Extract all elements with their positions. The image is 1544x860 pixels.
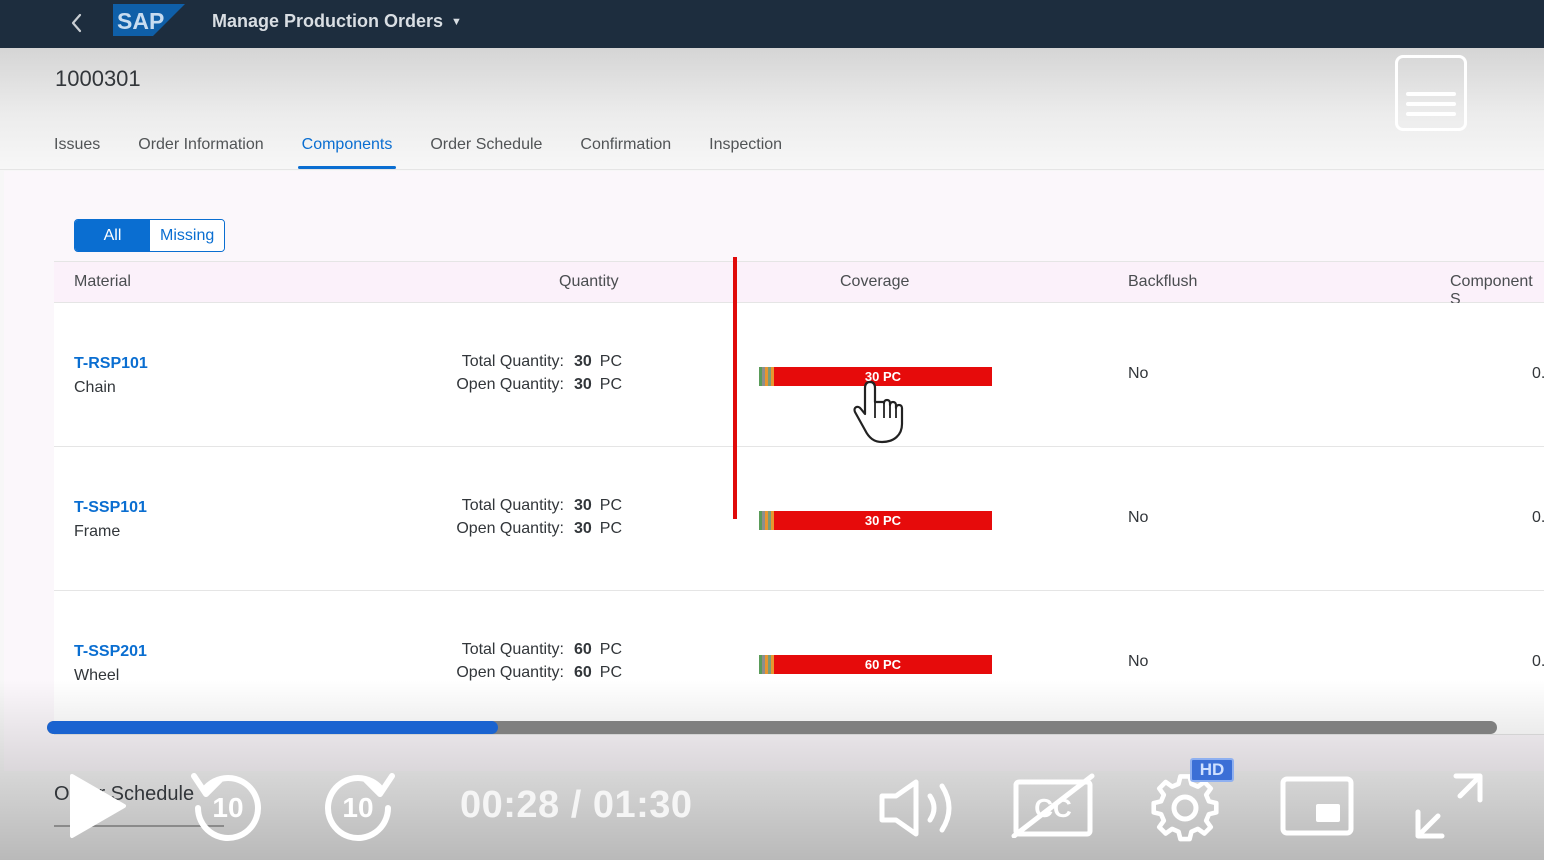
coverage-bar[interactable]: 30 PC (759, 511, 992, 530)
component-value: 0. (1532, 365, 1544, 382)
hand-cursor-icon (853, 380, 904, 444)
total-quantity-label: Total Quantity: (461, 497, 564, 514)
svg-text:SAP: SAP (117, 8, 164, 34)
video-progress-bar[interactable] (47, 721, 1497, 734)
play-icon[interactable] (64, 770, 130, 842)
backflush-value: No (1128, 365, 1149, 382)
captions-off-icon[interactable]: CC (1010, 772, 1096, 838)
open-quantity: Open Quantity: 30 PC (456, 520, 622, 538)
open-quantity-value: 60 (573, 664, 592, 681)
back-arrow-icon[interactable] (62, 8, 92, 38)
hd-badge: HD (1190, 758, 1234, 782)
total-quantity: Total Quantity: 60 PC (462, 641, 622, 659)
forward-label: 10 (342, 792, 373, 823)
filter-all-button[interactable]: All (75, 220, 150, 251)
open-quantity-label: Open Quantity: (456, 520, 564, 537)
annotation-line (733, 257, 737, 519)
coverage-label: 60 PC (774, 655, 992, 674)
material-link[interactable]: T-RSP101 (74, 355, 148, 373)
total-quantity-value: 30 (573, 497, 592, 514)
tab-bar: Issues Order Information Components Orde… (54, 136, 820, 169)
open-quantity-unit: PC (599, 664, 622, 681)
tab-components[interactable]: Components (297, 136, 397, 169)
tab-order-information[interactable]: Order Information (138, 136, 263, 168)
material-link[interactable]: T-SSP101 (74, 499, 147, 517)
open-quantity-unit: PC (599, 376, 622, 393)
rewind-label: 10 (212, 792, 243, 823)
volume-icon[interactable] (876, 776, 964, 840)
table-header: Material Quantity Coverage Backflush Com… (54, 261, 1544, 308)
material-link[interactable]: T-SSP201 (74, 643, 147, 661)
column-backflush[interactable]: Backflush (1128, 273, 1197, 291)
total-quantity: Total Quantity: 30 PC (462, 497, 622, 515)
filter-missing-button[interactable]: Missing (150, 220, 225, 251)
total-quantity: Total Quantity: 30 PC (462, 353, 622, 371)
open-quantity: Open Quantity: 30 PC (456, 376, 622, 394)
rewind-10-icon[interactable]: 10 (190, 768, 266, 844)
object-header: 1000301 Issues Order Information Compone… (0, 48, 1544, 170)
caret-down-icon: ▼ (451, 15, 462, 28)
material-description: Frame (74, 523, 121, 540)
component-value: 0. (1532, 653, 1544, 670)
total-quantity-unit: PC (599, 353, 622, 370)
video-progress-fill (47, 721, 498, 734)
app-title-menu[interactable]: Manage Production Orders ▼ (212, 11, 462, 32)
forward-10-icon[interactable]: 10 (320, 768, 396, 844)
table-row[interactable]: T-SSP101 Frame Total Quantity: 30 PC Open … (54, 447, 1544, 591)
filter-segmented-button: All Missing (74, 219, 226, 252)
open-quantity-label: Open Quantity: (456, 664, 564, 681)
fullscreen-icon[interactable] (1412, 770, 1486, 842)
shell-bar: SAP Manage Production Orders ▼ (0, 0, 1544, 48)
total-quantity-value: 30 (573, 353, 592, 370)
column-quantity[interactable]: Quantity (559, 273, 619, 291)
tab-inspection[interactable]: Inspection (709, 136, 782, 168)
open-quantity-value: 30 (573, 376, 592, 393)
layout-toggle-icon[interactable] (1395, 55, 1467, 131)
video-timestamp: 00:28 / 01:30 (460, 784, 693, 826)
components-table: Material Quantity Coverage Backflush Com… (54, 261, 1544, 735)
tab-order-schedule[interactable]: Order Schedule (430, 136, 542, 168)
table-row[interactable]: T-RSP101 Chain Total Quantity: 30 PC Open … (54, 303, 1544, 447)
open-quantity-unit: PC (599, 520, 622, 537)
open-quantity-label: Open Quantity: (456, 376, 564, 393)
material-description: Chain (74, 379, 116, 396)
total-quantity-unit: PC (599, 497, 622, 514)
open-quantity-value: 30 (573, 520, 592, 537)
column-coverage[interactable]: Coverage (840, 273, 909, 291)
miniplayer-icon[interactable] (1280, 776, 1354, 836)
column-material[interactable]: Material (74, 273, 131, 291)
tab-issues[interactable]: Issues (54, 136, 100, 168)
backflush-value: No (1128, 653, 1149, 670)
backflush-value: No (1128, 509, 1149, 526)
app-title: Manage Production Orders (212, 11, 444, 31)
order-number: 1000301 (55, 66, 141, 91)
tab-confirmation[interactable]: Confirmation (580, 136, 671, 168)
total-quantity-value: 60 (573, 641, 592, 658)
total-quantity-label: Total Quantity: (461, 641, 564, 658)
sap-logo[interactable]: SAP (113, 4, 185, 36)
coverage-label: 30 PC (774, 511, 992, 530)
coverage-bar[interactable]: 60 PC (759, 655, 992, 674)
component-value: 0. (1532, 509, 1544, 526)
total-quantity-label: Total Quantity: (461, 353, 564, 370)
total-quantity-unit: PC (599, 641, 622, 658)
